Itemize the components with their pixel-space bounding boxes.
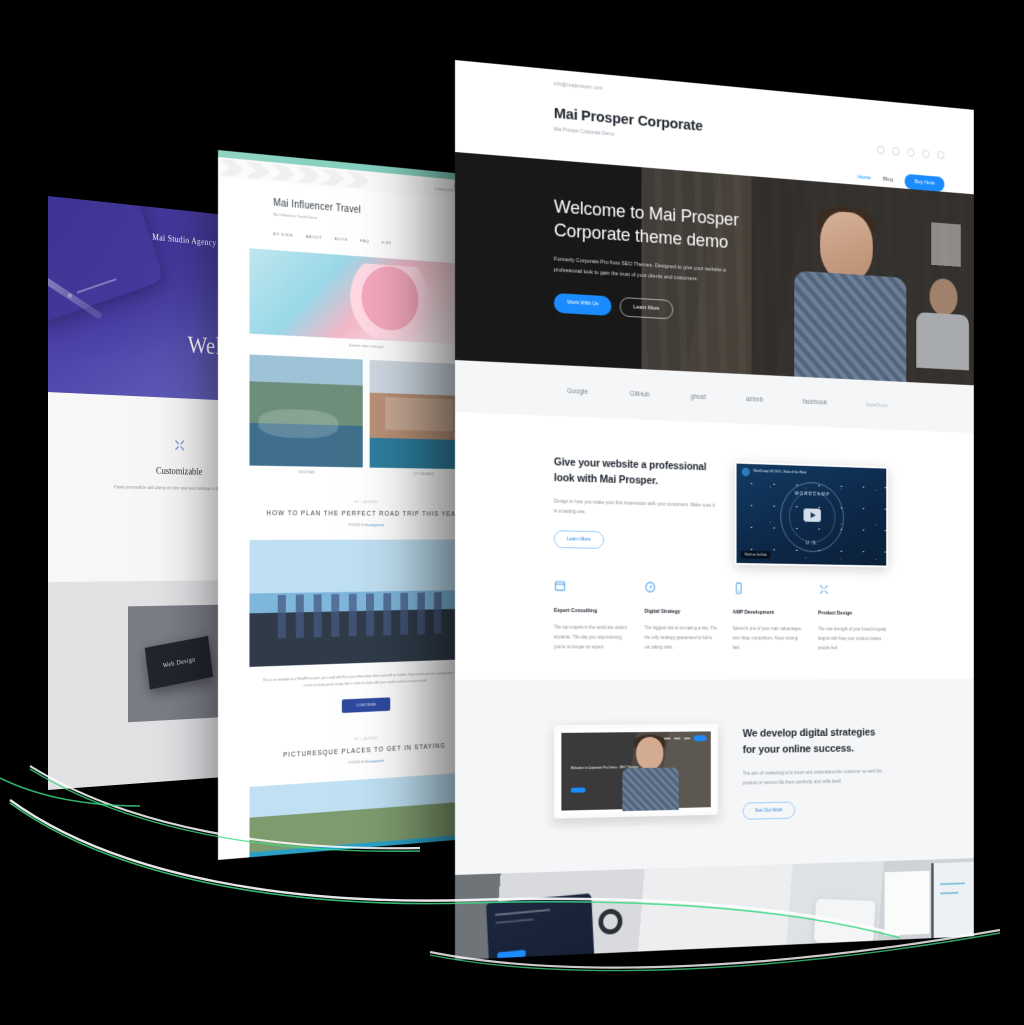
travel-post1-byline-prefix: POSTED IN bbox=[348, 523, 366, 528]
logo-facebook: facebook bbox=[802, 398, 828, 406]
section2-copy: Give your website a professional look wi… bbox=[553, 455, 716, 576]
mockup-mai-prosper-corporate: info@maiprosper.com Mai Prosper Corporat… bbox=[455, 60, 974, 960]
instagram-icon[interactable] bbox=[907, 148, 915, 158]
logo-digitalocean: DigitalOcean bbox=[865, 402, 888, 408]
laptop-mockup: Welcome to Corporate Pro Demo - SEO Them… bbox=[545, 723, 726, 828]
travel-gallery-item-0[interactable]: MOUNTAIN bbox=[249, 354, 363, 475]
desk-monitor-prop bbox=[931, 861, 974, 956]
laptop-person bbox=[622, 734, 679, 812]
scene-stage: Mai Studio Agency Welcome Customizable E… bbox=[0, 0, 1024, 1025]
prosper-section-professional-look: Give your website a professional look wi… bbox=[455, 412, 974, 580]
phone-speaker bbox=[76, 278, 117, 294]
desk-keyboard-prop bbox=[813, 898, 876, 944]
section3-heading: We develop digital strategies for your o… bbox=[742, 727, 876, 757]
section2-heading: Give your website a professional look wi… bbox=[553, 456, 707, 487]
travel-post2-byline-prefix: POSTED IN bbox=[348, 760, 366, 766]
feature-product-design: Product Design The real strength of your… bbox=[818, 583, 888, 653]
section3-copy: We develop digital strategies for your o… bbox=[742, 725, 888, 820]
logo-airbnb: airbnb bbox=[746, 395, 764, 404]
prosper-desk-photo-section: Spotify bbox=[455, 857, 974, 960]
prosper-hero: Welcome to Mai Prosper Corporate theme d… bbox=[455, 152, 974, 386]
watch-label: Watch on bbox=[744, 552, 756, 557]
travel-nav-item-1[interactable]: ABOUT bbox=[306, 234, 323, 240]
section2-learn-more-button[interactable]: Learn More bbox=[553, 530, 604, 549]
speedometer-icon bbox=[645, 581, 657, 594]
business-card-label: Web Design bbox=[162, 655, 196, 670]
nav-item-home[interactable]: Home bbox=[858, 175, 872, 182]
travel-nav-item-4[interactable]: 4:33 bbox=[381, 240, 391, 246]
travel-post1-category-link[interactable]: Uncategorized bbox=[365, 523, 384, 527]
travel-hero-image bbox=[249, 248, 477, 346]
travel-nav-item-2[interactable]: BLOG bbox=[335, 236, 348, 242]
phone-illustration bbox=[48, 196, 165, 325]
travel-post2-photo bbox=[249, 772, 477, 860]
video-graphic-top: WORDCAMP bbox=[794, 491, 831, 498]
feature-title-2: AMP Development bbox=[732, 609, 774, 616]
travel-continue-button[interactable]: CONTINUE bbox=[341, 697, 391, 714]
business-card-photo: Web Design bbox=[128, 604, 229, 723]
section2-body: Design is how you make your first impres… bbox=[553, 498, 715, 516]
feature-text-2: Speed is one of your main advantages ove… bbox=[732, 625, 802, 650]
travel-post1-photo bbox=[249, 539, 477, 667]
hero-copy: Welcome to Mai Prosper Corporate theme d… bbox=[553, 196, 780, 326]
puzzle-icon bbox=[818, 583, 829, 595]
laptop-screen-content: Welcome to Corporate Pro Demo - SEO Them… bbox=[561, 731, 711, 812]
feature-columns: Expert Consulting The top experts in the… bbox=[455, 572, 974, 680]
feature-digital-strategy: Digital Strategy The biggest risk is not… bbox=[645, 581, 719, 653]
mobile-phone-icon bbox=[733, 582, 744, 595]
mountain-photo bbox=[249, 354, 363, 468]
nav-item-blog[interactable]: Blog bbox=[883, 177, 893, 183]
feature-amp-development: AMP Development Speed is one of your mai… bbox=[733, 582, 805, 653]
laptop-screen: Welcome to Corporate Pro Demo - SEO Them… bbox=[553, 723, 718, 819]
hero-learn-more-button[interactable]: Learn More bbox=[619, 297, 673, 320]
feature-text-1: The biggest risk is not taking a risk. T… bbox=[644, 625, 718, 650]
youtube-icon[interactable] bbox=[936, 150, 945, 160]
feature-expert-consulting: Expert Consulting The top experts in the… bbox=[554, 579, 630, 652]
logo-google: Google bbox=[566, 387, 588, 396]
travel-nav-item-3[interactable]: FAQ bbox=[360, 238, 369, 244]
travel-post1-body: This is an example of a WordPress post, … bbox=[262, 670, 465, 688]
video-graphic-bottom: U.S. bbox=[805, 540, 820, 547]
work-with-us-button[interactable]: Work With Us bbox=[553, 293, 612, 317]
section3-body: The aim of marketing is to know and unde… bbox=[742, 768, 883, 787]
feature-title-1: Digital Strategy bbox=[644, 608, 681, 615]
travel-gallery-label-0: MOUNTAIN bbox=[298, 470, 315, 475]
watch-on-youtube-label[interactable]: Watch on YouTube bbox=[741, 550, 771, 559]
headphones-prop bbox=[598, 908, 623, 935]
feature-text-0: The top experts in the world are ardent … bbox=[553, 624, 627, 650]
logo-github: GitHub bbox=[629, 390, 650, 399]
feature-text-3: The real strength of your brand's loyalt… bbox=[818, 626, 887, 650]
youtube-platform-label: YouTube bbox=[756, 552, 767, 557]
contact-email[interactable]: info@maiprosper.com bbox=[554, 81, 603, 91]
hero-person-secondary bbox=[916, 277, 969, 371]
hero-body: Formerly Corporate Pro from SEO Themes. … bbox=[553, 256, 726, 283]
feature-title-3: Product Design bbox=[818, 610, 853, 617]
feature-title-0: Expert Consulting bbox=[553, 607, 598, 615]
facebook-icon[interactable] bbox=[876, 145, 885, 155]
youtube-video-embed[interactable]: WordCamp US 2019 - State of the Word WOR… bbox=[735, 461, 888, 568]
logo-ghost: ghost bbox=[690, 393, 706, 401]
travel-post2-category-link[interactable]: Uncategorized bbox=[365, 759, 384, 764]
see-our-work-button[interactable]: See Our Work bbox=[742, 801, 795, 820]
business-card: Web Design bbox=[144, 635, 214, 690]
laptop-cta-button bbox=[570, 787, 586, 793]
play-button-icon[interactable] bbox=[803, 508, 822, 523]
wall-frame-decor bbox=[931, 222, 961, 267]
hero-person-primary bbox=[791, 202, 910, 386]
puzzle-icon bbox=[173, 438, 186, 453]
twitter-icon[interactable] bbox=[892, 146, 900, 156]
tablet-device: Spotify bbox=[485, 892, 595, 960]
prosper-section-digital-strategies: Welcome to Corporate Pro Demo - SEO Them… bbox=[455, 678, 974, 875]
linkedin-icon[interactable] bbox=[922, 149, 930, 159]
desk-notebook-prop bbox=[884, 870, 930, 936]
travel-gallery: MOUNTAIN CITY ESCAPES bbox=[249, 354, 477, 476]
travel-nav-item-0[interactable]: BY KIDS bbox=[273, 231, 293, 237]
browser-window-icon bbox=[554, 579, 566, 592]
agency-brand: Mai Studio Agency bbox=[152, 232, 217, 248]
